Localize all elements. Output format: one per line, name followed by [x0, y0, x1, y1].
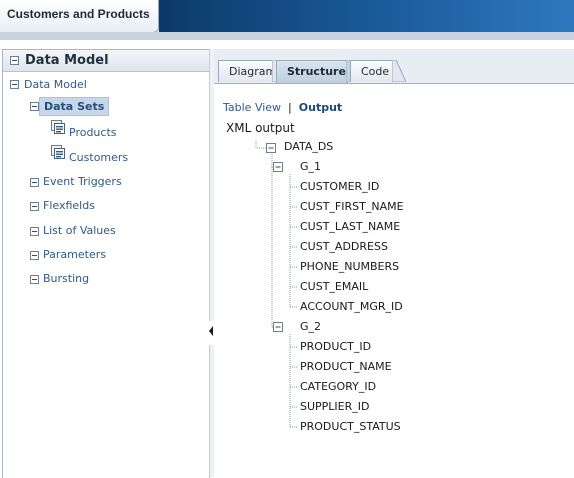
data-model-panel: Data Model Data Model Data Sets Products… — [2, 49, 210, 478]
collapse-icon[interactable] — [30, 178, 39, 187]
header-band — [0, 32, 574, 40]
header-banner — [159, 0, 574, 32]
collapse-icon[interactable] — [30, 227, 39, 236]
collapse-icon[interactable] — [273, 162, 283, 172]
collapse-icon[interactable] — [30, 102, 39, 111]
node-field[interactable]: CUST_LAST_NAME — [300, 220, 400, 233]
collapse-icon[interactable] — [30, 202, 39, 211]
node-field[interactable]: CUSTOMER_ID — [300, 180, 379, 193]
collapse-icon[interactable] — [30, 275, 39, 284]
collapse-icon[interactable] — [273, 322, 283, 332]
collapse-icon[interactable] — [10, 80, 19, 89]
node-field[interactable]: CUST_EMAIL — [300, 280, 368, 293]
tree-item-parameters[interactable]: Parameters — [43, 248, 106, 261]
tree-item-flexfields[interactable]: Flexfields — [43, 199, 95, 212]
tree-item-bursting[interactable]: Bursting — [43, 272, 89, 285]
tree-item-event-triggers[interactable]: Event Triggers — [43, 175, 122, 188]
splitter-arrow-icon[interactable] — [209, 326, 213, 336]
collapse-icon[interactable] — [266, 143, 276, 153]
data-set-icon — [51, 120, 65, 134]
node-field[interactable]: PRODUCT_ID — [300, 340, 371, 353]
tree-item-customers[interactable]: Customers — [69, 151, 128, 164]
panel-title: Data Model — [25, 53, 109, 68]
structure-panel: Diagram Structure Code Table View | Output… — [214, 49, 574, 477]
node-field[interactable]: PRODUCT_NAME — [300, 360, 392, 373]
node-field[interactable]: CATEGORY_ID — [300, 380, 376, 393]
node-field[interactable]: CUST_ADDRESS — [300, 240, 388, 253]
app-header: Customers and Products — [0, 0, 574, 40]
window-title: Customers and Products — [7, 7, 150, 21]
node-field[interactable]: PRODUCT_STATUS — [300, 420, 401, 433]
node-field[interactable]: CUST_FIRST_NAME — [300, 200, 404, 213]
tree-item-data-model[interactable]: Data Model — [24, 78, 87, 91]
tree-item-list-of-values[interactable]: List of Values — [43, 224, 116, 237]
window-title-tab[interactable]: Customers and Products — [0, 0, 159, 33]
tree-item-products[interactable]: Products — [69, 126, 117, 139]
node-group-g1[interactable]: G_1 — [300, 160, 321, 173]
node-field[interactable]: SUPPLIER_ID — [300, 400, 369, 413]
node-field[interactable]: ACCOUNT_MGR_ID — [300, 300, 403, 313]
data-set-icon — [51, 145, 65, 159]
tree-item-data-sets[interactable]: Data Sets — [39, 97, 110, 116]
collapse-icon[interactable] — [30, 251, 39, 260]
node-data-ds[interactable]: DATA_DS — [284, 140, 333, 153]
node-field[interactable]: PHONE_NUMBERS — [300, 260, 399, 273]
node-group-g2[interactable]: G_2 — [300, 320, 321, 333]
panel-header: Data Model — [3, 50, 209, 72]
collapse-icon[interactable] — [10, 56, 19, 65]
